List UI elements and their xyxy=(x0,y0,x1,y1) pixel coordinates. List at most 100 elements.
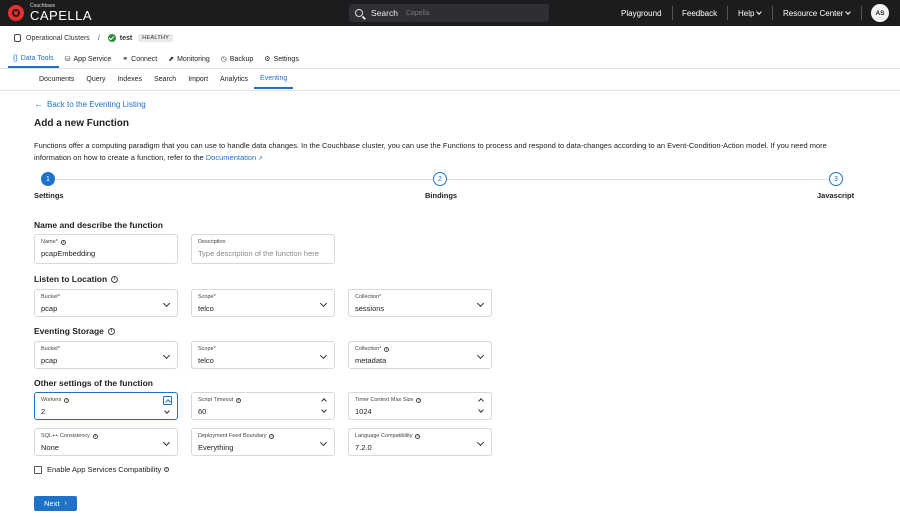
subtab-import[interactable]: Import xyxy=(182,70,214,89)
section-name-describe: Name and describe the function xyxy=(34,220,163,230)
section-other-settings: Other settings of the function xyxy=(34,378,153,388)
healthy-check-icon xyxy=(107,34,116,42)
divider xyxy=(772,6,773,20)
listen-scope-label: Scope* xyxy=(198,294,216,300)
playground-link[interactable]: Playground xyxy=(621,0,661,26)
search-label: Search xyxy=(371,8,398,18)
listen-bucket-select[interactable]: Bucket* pcap xyxy=(34,289,178,317)
divider xyxy=(727,6,728,20)
divider xyxy=(861,6,862,20)
description-label: Description xyxy=(198,239,226,245)
search-placeholder: Capella xyxy=(405,9,430,17)
listen-scope-select[interactable]: Scope* telco xyxy=(191,289,335,317)
resource-center-menu[interactable]: Resource Center xyxy=(783,0,852,26)
database-icon xyxy=(14,34,21,42)
script-timeout-label: Script Timeout xyxy=(198,397,234,403)
listen-collection-select[interactable]: Collection* sessions xyxy=(348,289,492,317)
couchbase-logo-icon xyxy=(8,5,24,21)
capella-logo[interactable]: Couchbase CAPELLA xyxy=(8,4,92,22)
step-1-label: Settings xyxy=(34,191,64,200)
app-service-icon: ⛁ xyxy=(64,56,71,63)
script-timeout-stepper[interactable]: Script Timeout i 60 xyxy=(191,392,335,420)
subtab-indexes[interactable]: Indexes xyxy=(111,70,148,89)
breadcrumb-cluster[interactable]: test xyxy=(120,35,132,42)
feed-boundary-value: Everything xyxy=(198,443,234,452)
tab-data-tools[interactable]: {} Data Tools xyxy=(8,50,59,68)
subtab-search[interactable]: Search xyxy=(148,70,182,89)
listen-bucket-value: pcap xyxy=(41,304,58,313)
divider xyxy=(0,68,900,69)
info-icon: i xyxy=(92,433,98,439)
increment-icon[interactable] xyxy=(163,396,172,405)
listen-collection-label: Collection* xyxy=(355,294,382,300)
language-compat-value: 7.2.0 xyxy=(355,443,372,452)
connect-icon: ⚭ xyxy=(122,56,129,63)
info-icon: i xyxy=(269,433,275,439)
next-button[interactable]: Next › xyxy=(34,496,77,511)
info-icon: i xyxy=(111,275,119,283)
sub-tabs: Documents Query Indexes Search Import An… xyxy=(33,70,294,89)
language-compat-label: Language Compatibility xyxy=(355,433,413,439)
breadcrumb-operational-clusters[interactable]: Operational Clusters xyxy=(26,35,90,42)
timer-context-stepper[interactable]: Timer Context Max Size i 1024 xyxy=(348,392,492,420)
storage-bucket-select[interactable]: Bucket* pcap xyxy=(34,341,178,369)
feed-boundary-label: Deployment Feed Boundary xyxy=(198,433,267,439)
top-bar: Couchbase CAPELLA Search Capella Playgro… xyxy=(0,0,900,26)
storage-scope-select[interactable]: Scope* telco xyxy=(191,341,335,369)
storage-collection-value: metadata xyxy=(355,356,387,365)
search-box[interactable]: Search Capella xyxy=(349,4,549,22)
arrow-left-icon: ← xyxy=(34,99,43,109)
info-icon: i xyxy=(107,327,115,335)
braces-icon: {} xyxy=(13,54,18,62)
logo-text: CAPELLA xyxy=(30,8,93,23)
info-icon: i xyxy=(236,397,242,403)
page-title: Add a new Function xyxy=(34,118,129,129)
feedback-link[interactable]: Feedback xyxy=(682,0,717,26)
avatar[interactable]: AS xyxy=(871,4,889,22)
divider xyxy=(0,90,900,91)
storage-collection-select[interactable]: Collection* i metadata xyxy=(348,341,492,369)
main-tabs: {} Data Tools ⛁ App Service ⚭ Connect ⬈ Moni… xyxy=(8,50,305,68)
chart-icon: ⬈ xyxy=(168,56,175,63)
checkbox-box[interactable] xyxy=(34,465,42,474)
checkbox-label: Enable App Services Compatibility xyxy=(47,465,162,474)
description-field[interactable]: Description Type description of the func… xyxy=(191,234,335,264)
breadcrumb-separator: / xyxy=(97,34,100,42)
chevron-down-icon xyxy=(756,9,763,15)
info-icon: i xyxy=(164,467,170,472)
sql-consistency-select[interactable]: SQL++ Consistency i None xyxy=(34,428,178,456)
section-listen-location: Listen to Location i xyxy=(34,274,119,284)
step-1-indicator[interactable]: 1 xyxy=(41,172,55,186)
tab-app-service[interactable]: ⛁ App Service xyxy=(60,50,117,68)
step-2-label: Bindings xyxy=(425,191,458,200)
help-menu[interactable]: Help xyxy=(738,0,763,26)
step-2-indicator[interactable]: 2 xyxy=(433,172,447,186)
feed-boundary-select[interactable]: Deployment Feed Boundary i Everything xyxy=(191,428,335,456)
subtab-documents[interactable]: Documents xyxy=(33,70,80,89)
workers-stepper[interactable]: Workers i 2 xyxy=(34,392,178,420)
chevron-right-icon: › xyxy=(64,500,67,507)
subtab-analytics[interactable]: Analytics xyxy=(214,70,254,89)
tab-settings[interactable]: ⚙ Settings xyxy=(259,50,304,68)
tab-monitoring[interactable]: ⬈ Monitoring xyxy=(163,50,215,68)
tab-connect[interactable]: ⚭ Connect xyxy=(117,50,162,68)
info-icon: i xyxy=(384,346,390,352)
subtab-query[interactable]: Query xyxy=(80,70,111,89)
tab-backup[interactable]: ◷ Backup xyxy=(216,50,258,68)
storage-bucket-label: Bucket* xyxy=(41,346,60,352)
storage-bucket-value: pcap xyxy=(41,356,58,365)
step-3-indicator[interactable]: 3 xyxy=(829,172,843,186)
workers-value: 2 xyxy=(41,407,46,416)
description-placeholder: Type description of the function here xyxy=(198,249,319,258)
page-description: Functions offer a computing paradigm tha… xyxy=(34,141,827,162)
info-icon: i xyxy=(416,397,422,403)
documentation-link[interactable]: Documentation xyxy=(206,153,256,162)
listen-scope-value: telco xyxy=(198,304,214,313)
section-eventing-storage: Eventing Storage i xyxy=(34,326,115,336)
name-field[interactable]: Name* i pcapEmbedding xyxy=(34,234,178,264)
language-compat-select[interactable]: Language Compatibility i 7.2.0 xyxy=(348,428,492,456)
storage-collection-label: Collection* xyxy=(355,346,382,352)
back-link[interactable]: ← Back to the Eventing Listing xyxy=(34,99,146,109)
subtab-eventing[interactable]: Eventing xyxy=(254,70,294,89)
app-services-compat-checkbox[interactable]: Enable App Services Compatibility i xyxy=(34,465,170,474)
